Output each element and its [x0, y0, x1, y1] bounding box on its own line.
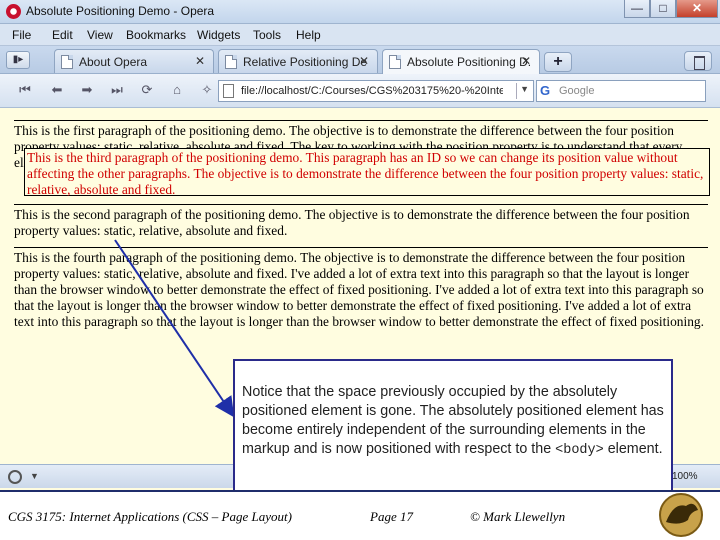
- page-icon: [223, 84, 234, 98]
- wand-icon[interactable]: ✧: [194, 79, 220, 103]
- rewind-icon[interactable]: ⏮: [12, 79, 38, 103]
- menu-file[interactable]: File: [12, 28, 31, 42]
- fast-forward-icon[interactable]: ⏭: [104, 79, 130, 103]
- address-dropdown-icon[interactable]: ▼: [520, 84, 529, 94]
- tab-close-icon[interactable]: ✕: [521, 54, 531, 68]
- menu-tools[interactable]: Tools: [253, 28, 281, 42]
- new-tab-button[interactable]: +: [544, 52, 572, 72]
- paragraph-third-absolute: This is the third paragraph of the posit…: [24, 148, 710, 197]
- maximize-button[interactable]: □: [650, 0, 676, 18]
- search-field[interactable]: G Google: [536, 80, 706, 102]
- zoom-level[interactable]: 100%: [672, 471, 698, 482]
- opera-logo-icon: [6, 4, 21, 19]
- menu-widgets[interactable]: Widgets: [197, 28, 240, 42]
- menu-edit[interactable]: Edit: [52, 28, 73, 42]
- menu-bar: File Edit View Bookmarks Widgets Tools H…: [0, 24, 720, 46]
- address-separator: [516, 83, 517, 99]
- home-icon[interactable]: ⌂: [164, 79, 190, 103]
- back-icon[interactable]: ⬅: [44, 79, 70, 103]
- status-dropdown-icon[interactable]: ▼: [30, 471, 39, 481]
- tab-label: Absolute Positioning D...: [407, 55, 531, 69]
- address-bar[interactable]: file://localhost/C:/Courses/CGS%203175%2…: [218, 80, 534, 102]
- paragraph-second: This is the second paragraph of the posi…: [14, 204, 708, 239]
- document-icon: [61, 55, 73, 69]
- tab-bar: ▮▸ About Opera ✕ Relative Positioning De…: [0, 46, 720, 74]
- tab-close-icon[interactable]: ✕: [195, 54, 205, 68]
- title-bar: Absolute Positioning Demo - Opera — □ ✕: [0, 0, 720, 24]
- menu-help[interactable]: Help: [296, 28, 321, 42]
- document-icon: [225, 55, 237, 69]
- search-placeholder: Google: [559, 85, 595, 97]
- document-icon: [389, 55, 401, 69]
- window-title: Absolute Positioning Demo - Opera: [26, 4, 215, 18]
- tab-label: Relative Positioning De...: [243, 55, 367, 69]
- callout-code-body: <body>: [555, 443, 604, 458]
- opera-status-icon[interactable]: [8, 470, 22, 484]
- tab-about-opera[interactable]: About Opera ✕: [54, 49, 214, 73]
- minimize-button[interactable]: —: [624, 0, 650, 18]
- explanation-callout: Notice that the space previously occupie…: [233, 359, 673, 498]
- panel-toggle-button[interactable]: ▮▸: [6, 51, 30, 69]
- tab-relative-positioning[interactable]: Relative Positioning De... ✕: [218, 49, 378, 73]
- forward-icon[interactable]: ➡: [74, 79, 100, 103]
- google-icon[interactable]: G: [540, 84, 554, 98]
- close-button[interactable]: ✕: [676, 0, 718, 18]
- footer-author: © Mark Llewellyn: [470, 509, 566, 524]
- reload-icon[interactable]: ⟳: [134, 79, 160, 103]
- slide-footer: CGS 3175: Internet Applications (CSS – P…: [0, 490, 720, 540]
- tab-close-icon[interactable]: ✕: [359, 54, 369, 68]
- tab-absolute-positioning[interactable]: Absolute Positioning D... ✕: [382, 49, 540, 74]
- menu-view[interactable]: View: [87, 28, 113, 42]
- menu-bookmarks[interactable]: Bookmarks: [126, 28, 186, 42]
- callout-text-after: element.: [603, 441, 663, 457]
- tab-label: About Opera: [79, 55, 148, 69]
- navigation-bar: ⏮ ⬅ ➡ ⏭ ⟳ ⌂ ✧ file://localhost/C:/Course…: [0, 74, 720, 108]
- footer-course: CGS 3175: Internet Applications (CSS – P…: [8, 509, 292, 524]
- address-url: file://localhost/C:/Courses/CGS%203175%2…: [241, 85, 503, 97]
- window-controls: — □ ✕: [624, 0, 718, 18]
- trash-icon[interactable]: [684, 51, 712, 71]
- footer-page-number: Page 17: [370, 509, 413, 524]
- ucf-pegasus-logo: [659, 493, 703, 537]
- paragraph-fourth: This is the fourth paragraph of the posi…: [14, 247, 708, 330]
